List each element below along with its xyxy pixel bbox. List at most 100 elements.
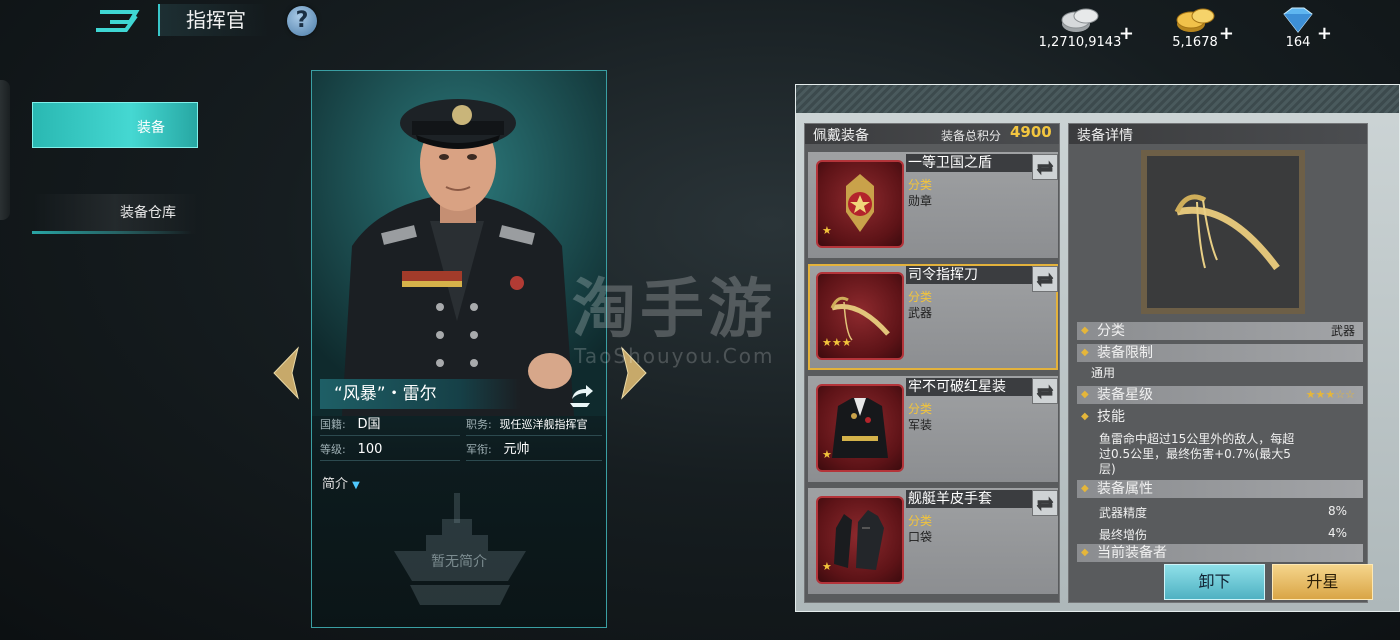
category-value: 武器 (1330, 324, 1355, 338)
worn-equipment-list: 佩戴装备 装备总积分 4900 ★ 一等卫国之盾 分类 勋章 ★★★ 司令指挥刀… (804, 123, 1060, 603)
swap-icon[interactable] (1032, 490, 1058, 516)
bullet-icon: ◆ (1081, 411, 1089, 422)
limit-value: 通用 (1091, 366, 1116, 380)
equipment-slot-gloves[interactable]: ★ 舰艇羊皮手套 分类 口袋 (808, 488, 1058, 594)
post-value: 现任巡洋舰指挥官 (499, 418, 588, 431)
attribute-value: 8% (1327, 504, 1347, 518)
detail-header: 装备详情 (1069, 124, 1367, 144)
score-value: 4900 (1010, 123, 1052, 141)
info-post: 职务: 现任巡洋舰指挥官 (466, 413, 602, 436)
watermark: 淘手游 (572, 273, 776, 347)
worn-title: 佩戴装备 (813, 128, 869, 144)
tab-equipment[interactable]: 装备 (32, 102, 198, 148)
info-level: 等级: 100 (320, 438, 460, 461)
add-gold-icon[interactable]: + (1219, 23, 1234, 44)
equipment-slot-weapon[interactable]: ★★★ 司令指挥刀 分类 武器 (808, 264, 1058, 370)
bullet-icon: ◆ (1081, 547, 1089, 558)
swap-icon[interactable] (1032, 266, 1058, 292)
commander-name: “风暴”・雷尔 (320, 379, 520, 409)
slot-name: 牢不可破红星装 (906, 378, 1032, 396)
intro-toggle[interactable]: 简介 ▼ (322, 473, 360, 492)
slot-category-label: 分类 (908, 290, 933, 304)
tab-equipment-label: 装备 (137, 120, 165, 136)
intro-label: 简介 (322, 477, 349, 492)
owner-label: 当前装备者 (1097, 545, 1167, 561)
rank-value: 元帅 (503, 442, 530, 457)
detail-row-limit: ◆ 装备限制 (1077, 344, 1363, 362)
saber-icon (1174, 194, 1280, 271)
slot-category-label: 分类 (908, 514, 933, 528)
level-label: 等级: (320, 443, 346, 456)
bullet-icon: ◆ (1081, 325, 1089, 336)
limit-label: 装备限制 (1097, 345, 1153, 361)
equipment-panel: 佩戴装备 装备总积分 4900 ★ 一等卫国之盾 分类 勋章 ★★★ 司令指挥刀… (795, 84, 1400, 612)
resource-diamond[interactable]: 164 + (1268, 4, 1332, 50)
info-rank: 军衔: 元帅 (466, 438, 602, 461)
slot-stars: ★ (822, 224, 832, 237)
page-title: 指挥官 (158, 4, 268, 36)
help-button[interactable]: ? (287, 6, 317, 36)
equipment-slot-medal[interactable]: ★ 一等卫国之盾 分类 勋章 (808, 152, 1058, 258)
unequip-button[interactable]: 卸下 (1164, 564, 1265, 600)
upgrade-star-button[interactable]: 升星 (1272, 564, 1373, 600)
watermark-sub: TaoShouyou.Com (574, 344, 775, 368)
worn-header: 佩戴装备 装备总积分 4900 (805, 123, 1059, 144)
gold-coin-icon (1176, 8, 1215, 32)
silver-coin-icon (1061, 8, 1099, 32)
slot-stars: ★ (822, 560, 832, 573)
detail-item-image (1141, 150, 1305, 314)
slot-category: 勋章 (908, 194, 933, 208)
slot-category-label: 分类 (908, 402, 933, 416)
prev-commander-arrow-icon[interactable] (270, 346, 300, 400)
detail-row-attributes: ◆ 装备属性 (1077, 480, 1363, 498)
equipment-slot-uniform[interactable]: ★ 牢不可破红星装 分类 军装 (808, 376, 1058, 482)
skill-line: 层) (1099, 462, 1116, 476)
commander-card: “风暴”・雷尔 国籍: D国 职务: 现任巡洋舰指挥官 等级: 100 军衔: … (311, 70, 607, 628)
intro-empty-text: 暂无简介 (431, 554, 487, 570)
swap-icon[interactable] (1032, 154, 1058, 180)
slot-category: 口袋 (908, 530, 933, 544)
resource-silver[interactable]: 1,2710,9143 + (1030, 4, 1134, 50)
add-diamond-icon[interactable]: + (1317, 23, 1332, 44)
slot-category: 军装 (908, 418, 933, 432)
tab-warehouse-label: 装备仓库 (120, 205, 176, 221)
detail-title: 装备详情 (1077, 128, 1133, 144)
slot-stars: ★★★ (822, 336, 852, 349)
detail-row-skill: ◆ 技能 (1077, 408, 1363, 426)
level-value: 100 (357, 442, 383, 457)
tab-underline (32, 231, 192, 234)
nationality-label: 国籍: (320, 418, 346, 431)
share-icon[interactable] (564, 379, 596, 411)
slot-stars: ★ (822, 448, 832, 461)
bullet-icon: ◆ (1081, 483, 1089, 494)
stars-value: ★★★☆☆ (1305, 388, 1355, 401)
swap-icon[interactable] (1032, 378, 1058, 404)
commander-portrait (312, 71, 606, 416)
score-label: 装备总积分 (941, 129, 1002, 143)
attributes-label: 装备属性 (1097, 481, 1153, 497)
slot-name: 一等卫国之盾 (906, 154, 1032, 172)
equipment-detail: 装备详情 ◆ 分类 武器 ◆ 装备限制 通用 ◆ 装备星级 ★★★☆☆ ◆ 技能… (1068, 123, 1368, 603)
slot-name: 司令指挥刀 (906, 266, 1032, 284)
resource-gold[interactable]: 5,1678 + (1160, 4, 1234, 50)
slot-category: 武器 (908, 306, 933, 320)
dropdown-icon: ▼ (352, 480, 360, 491)
tab-warehouse[interactable]: 装备仓库 (32, 194, 198, 234)
category-label: 分类 (1097, 323, 1125, 339)
panel-header-strip (796, 85, 1399, 113)
back-logo-icon[interactable] (96, 6, 142, 36)
slot-name: 舰艇羊皮手套 (906, 490, 1032, 508)
attribute-name: 武器精度 (1099, 506, 1148, 520)
detail-row-owner: ◆ 当前装备者 (1077, 544, 1363, 562)
detail-row-stars: ◆ 装备星级 ★★★☆☆ (1077, 386, 1363, 404)
bullet-icon: ◆ (1081, 389, 1089, 400)
add-silver-icon[interactable]: + (1119, 23, 1134, 44)
bullet-icon: ◆ (1081, 347, 1089, 358)
ship-silhouette-icon (394, 493, 526, 605)
info-nationality: 国籍: D国 (320, 413, 460, 436)
nationality-value: D国 (357, 417, 381, 432)
attribute-name: 最终增伤 (1099, 528, 1148, 542)
rank-label: 军衔: (466, 443, 492, 456)
attribute-value: 4% (1327, 526, 1347, 540)
detail-row-category: ◆ 分类 武器 (1077, 322, 1363, 340)
